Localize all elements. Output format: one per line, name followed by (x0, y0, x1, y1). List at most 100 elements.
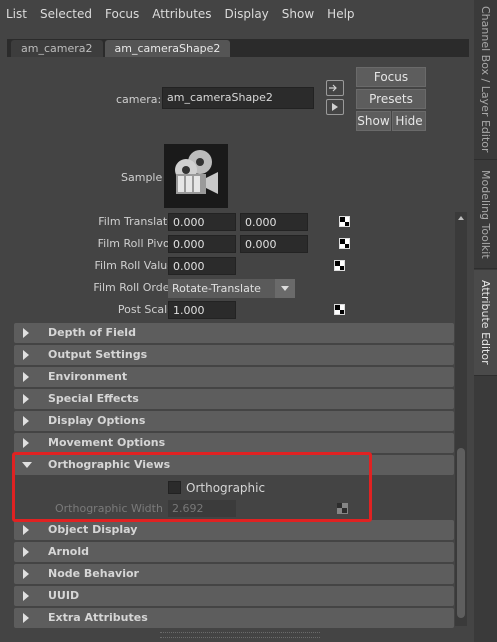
menu-help[interactable]: Help (327, 7, 354, 21)
section-label: Arnold (48, 545, 89, 558)
orthographic-width-field: 2.692 (168, 500, 236, 517)
section-special-effects[interactable]: Special Effects (14, 389, 454, 409)
orthographic-width-label: Orthographic Width (55, 502, 163, 515)
arrow-right-icon (332, 103, 338, 111)
section-label: Node Behavior (48, 567, 139, 580)
menu-focus[interactable]: Focus (105, 7, 139, 21)
collapse-arrow-icon (22, 462, 32, 468)
orthographic-checkbox[interactable] (168, 481, 181, 494)
section-label: Object Display (48, 523, 138, 536)
film-roll-pivot-label: Film Roll Pivot (97, 237, 174, 250)
keyframe-icon[interactable] (339, 238, 350, 249)
expand-arrow-icon (23, 394, 29, 404)
section-label: Output Settings (48, 348, 148, 361)
film-roll-value-row: Film Roll Value 0.000 (14, 256, 454, 276)
menu-display[interactable]: Display (225, 7, 269, 21)
section-display-options[interactable]: Display Options (14, 411, 454, 431)
expand-arrow-icon (23, 569, 29, 579)
section-environment[interactable]: Environment (14, 367, 454, 387)
section-label: Orthographic Views (48, 458, 171, 471)
attribute-scrollbar[interactable] (455, 212, 467, 626)
menu-show[interactable]: Show (282, 7, 314, 21)
tab-modeling-toolkit[interactable]: Modeling Toolkit (474, 161, 497, 269)
tab-am-camera-shape2[interactable]: am_cameraShape2 (104, 40, 231, 57)
expand-arrow-icon (23, 547, 29, 557)
scroll-thumb[interactable] (457, 448, 465, 618)
section-label: Environment (48, 370, 128, 383)
film-roll-order-row: Film Roll Order Rotate-Translate (14, 278, 454, 298)
camera-sample-swatch (164, 144, 228, 208)
tab-label: Channel Box / Layer Editor (479, 6, 492, 153)
side-tab-bar: Channel Box / Layer Editor Modeling Tool… (474, 0, 497, 642)
film-translate-y-field[interactable]: 0.000 (240, 213, 308, 231)
section-label: Display Options (48, 414, 146, 427)
keyframe-icon[interactable] (339, 216, 350, 227)
scroll-up-icon[interactable] (458, 216, 464, 220)
load-attributes-icon[interactable] (326, 80, 344, 96)
menu-selected[interactable]: Selected (40, 7, 92, 21)
expand-arrow-icon (23, 613, 29, 623)
section-output-settings[interactable]: Output Settings (14, 345, 454, 365)
load-arrow-icon (329, 84, 337, 92)
keyframe-icon[interactable] (334, 260, 345, 271)
film-roll-order-dropdown[interactable]: Rotate-Translate (168, 279, 295, 298)
film-roll-value-field[interactable]: 0.000 (168, 257, 236, 275)
menu-bar: List Selected Focus Attributes Display S… (0, 0, 472, 27)
section-label: Special Effects (48, 392, 139, 405)
film-translate-row: Film Translate 0.000 0.000 (14, 212, 454, 232)
section-object-display[interactable]: Object Display (14, 520, 454, 540)
section-depth-of-field[interactable]: Depth of Field (14, 323, 454, 343)
section-label: Depth of Field (48, 326, 136, 339)
tab-channel-box[interactable]: Channel Box / Layer Editor (474, 0, 497, 160)
tab-label: Attribute Editor (479, 280, 492, 365)
expand-arrow-icon (23, 416, 29, 426)
show-button[interactable]: Show (356, 111, 391, 131)
attribute-list: Film Translate 0.000 0.000 Film Roll Piv… (14, 212, 454, 628)
section-label: Movement Options (48, 436, 166, 449)
expand-arrow-icon (23, 591, 29, 601)
section-extra-attributes[interactable]: Extra Attributes (14, 608, 454, 628)
film-roll-pivot-y-field[interactable]: 0.000 (240, 235, 308, 253)
sample-label: Sample (121, 171, 163, 184)
section-node-behavior[interactable]: Node Behavior (14, 564, 454, 584)
keyframe-icon[interactable] (334, 304, 345, 315)
node-tabs: am_camera2 am_cameraShape2 (7, 39, 469, 57)
camera-label: camera: (116, 93, 162, 106)
section-movement-options[interactable]: Movement Options (14, 433, 454, 453)
section-arnold[interactable]: Arnold (14, 542, 454, 562)
expand-arrow-icon (23, 438, 29, 448)
film-roll-value-label: Film Roll Value (94, 259, 174, 272)
tab-label: Modeling Toolkit (479, 170, 492, 259)
film-roll-order-label: Film Roll Order (93, 281, 174, 294)
section-label: UUID (48, 589, 80, 602)
expand-arrow-icon (23, 372, 29, 382)
expand-arrow-icon (23, 350, 29, 360)
section-uuid[interactable]: UUID (14, 586, 454, 606)
film-translate-label: Film Translate (98, 215, 174, 228)
post-scale-field[interactable]: 1.000 (168, 301, 236, 319)
keyframe-icon (337, 503, 348, 514)
post-scale-row: Post Scale 1.000 (14, 300, 454, 320)
tab-am-camera2[interactable]: am_camera2 (11, 40, 103, 57)
presets-button[interactable]: Presets (356, 89, 426, 109)
post-scale-label: Post Scale (117, 303, 174, 316)
film-translate-x-field[interactable]: 0.000 (168, 213, 236, 231)
section-label: Extra Attributes (48, 611, 148, 624)
camera-name-field[interactable]: am_cameraShape2 (162, 87, 314, 109)
hide-button[interactable]: Hide (392, 111, 426, 131)
chevron-down-icon (275, 279, 295, 298)
film-roll-pivot-x-field[interactable]: 0.000 (168, 235, 236, 253)
orthographic-views-body: Orthographic Orthographic Width 2.692 (14, 477, 454, 523)
focus-button[interactable]: Focus (356, 67, 426, 87)
section-orthographic-views[interactable]: Orthographic Views (14, 455, 454, 475)
orthographic-checkbox-label: Orthographic (186, 481, 266, 495)
tab-attribute-editor[interactable]: Attribute Editor (474, 270, 497, 376)
menu-list[interactable]: List (6, 7, 27, 21)
film-roll-order-value: Rotate-Translate (172, 282, 261, 295)
menu-attributes[interactable]: Attributes (152, 7, 211, 21)
expand-arrow-icon (23, 525, 29, 535)
camera-swatch-icon (175, 150, 218, 194)
expand-arrow-icon (23, 328, 29, 338)
resize-grip[interactable] (160, 632, 320, 638)
copy-tab-icon[interactable] (326, 99, 344, 115)
